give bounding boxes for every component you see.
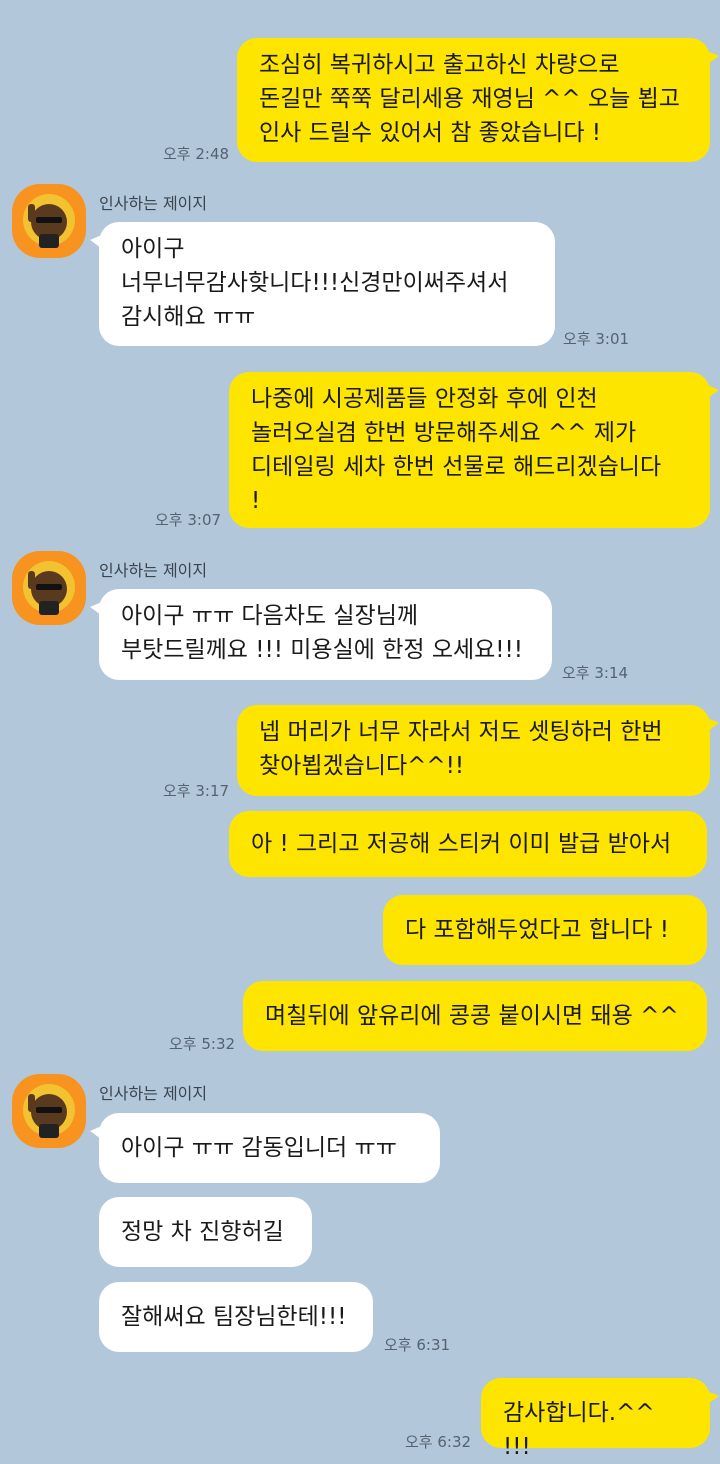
message-bubble-sent[interactable]: 다 포함해두었다고 합니다 ! — [383, 895, 707, 965]
avatar-character-icon — [23, 194, 75, 248]
message-timestamp: 오후 6:31 — [384, 1336, 451, 1354]
message-bubble-received[interactable]: 아이구 ㅠㅠ 감동입니더 ㅠㅠ — [90, 1113, 440, 1183]
message-bubble-sent[interactable]: 조심히 복귀하시고 출고하신 차량으로 돈길만 쭉쭉 달리세용 재영님 ^^ 오… — [237, 38, 719, 162]
message-bubble-sent[interactable]: 아 ! 그리고 저공해 스티커 이미 발급 받아서 — [229, 811, 707, 877]
message-bubble-received[interactable]: 정망 차 진향허길 — [99, 1197, 312, 1267]
message-timestamp: 오후 5:32 — [169, 1035, 236, 1053]
message-timestamp: 오후 3:01 — [563, 330, 630, 348]
message-timestamp: 오후 6:32 — [405, 1433, 472, 1451]
message-timestamp: 오후 3:17 — [163, 782, 230, 800]
avatar-character-icon — [23, 561, 75, 615]
message-timestamp: 오후 3:14 — [562, 664, 629, 682]
message-bubble-sent[interactable]: 감사합니다.^^ !!! — [481, 1378, 719, 1460]
message-timestamp: 오후 3:07 — [155, 511, 222, 529]
sender-name: 인사하는 제이지 — [99, 194, 208, 213]
profile-avatar[interactable] — [12, 1074, 86, 1148]
message-bubble-received[interactable]: 아이구 ㅠㅠ 다음차도 실장님께 부탓드릴께요 !!! 미용실에 한정 오세요!… — [90, 589, 552, 680]
message-bubble-sent[interactable]: 나중에 시공제품들 안정화 후에 인천 놀러오실겸 한번 방문해주세요 ^^ 제… — [229, 372, 719, 528]
message-bubble-received[interactable]: 아이구 너무너무감사핮니다!!!신경만이써주셔서 감시해요 ㅠㅠ — [90, 222, 555, 346]
message-bubble-received[interactable]: 잘해써요 팀장님한테!!! — [99, 1282, 373, 1352]
sender-name: 인사하는 제이지 — [99, 1084, 208, 1103]
profile-avatar[interactable] — [12, 551, 86, 625]
message-bubble-sent[interactable]: 넵 머리가 너무 자라서 저도 셋팅하러 한번 찾아뵙겠습니다^^!! — [237, 705, 719, 796]
sender-name: 인사하는 제이지 — [99, 561, 208, 580]
message-bubble-sent[interactable]: 며칠뒤에 앞유리에 콩콩 붙이시면 돼용 ^^ — [243, 981, 707, 1051]
avatar-character-icon — [23, 1084, 75, 1138]
profile-avatar[interactable] — [12, 184, 86, 258]
message-timestamp: 오후 2:48 — [163, 145, 230, 163]
